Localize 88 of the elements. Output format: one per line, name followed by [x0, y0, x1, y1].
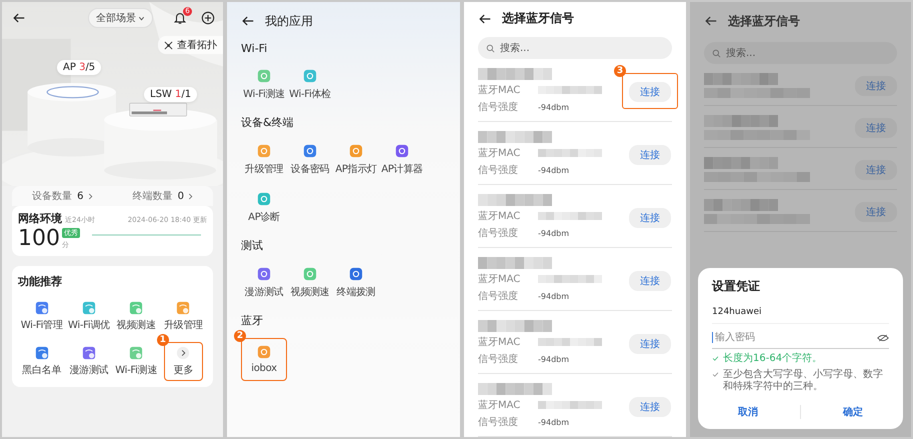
- feature-item[interactable]: 视频测速: [112, 297, 160, 336]
- back-icon[interactable]: [241, 14, 255, 28]
- app-item[interactable]: Wi-Fi测速: [241, 65, 287, 105]
- step-badge: 2: [234, 330, 246, 342]
- back-icon[interactable]: [478, 12, 492, 26]
- app-item[interactable]: AP诊断: [241, 188, 287, 228]
- connect-button[interactable]: 连接: [629, 271, 671, 291]
- step-badge: 3: [614, 65, 626, 77]
- signal-label: 信号强度: [478, 416, 519, 429]
- search-icon: [486, 44, 495, 53]
- dialog-button[interactable]: 取消: [728, 402, 768, 422]
- rule-text: 至少包含大写字母、小写字母、数字和特殊字符中的三种。: [723, 369, 884, 393]
- signal-label: 信号强度: [478, 226, 519, 240]
- feature-item[interactable]: 黑白名单: [18, 342, 66, 381]
- mac-label: 蓝牙MAC: [478, 272, 522, 286]
- feature-item[interactable]: 升级管理: [160, 297, 207, 336]
- blurred-block: [538, 86, 602, 94]
- search-icon: [712, 49, 721, 58]
- signal-label: 信号强度: [478, 352, 519, 366]
- eye-off-icon[interactable]: [877, 334, 889, 342]
- app-item[interactable]: AP计算器: [379, 140, 425, 180]
- connect-button[interactable]: 连接: [629, 145, 671, 165]
- feature-item[interactable]: Wi-Fi管理: [18, 297, 66, 336]
- connect-button[interactable]: 连接: [629, 334, 671, 354]
- mac-label: 蓝牙MAC: [478, 336, 522, 349]
- signal-value: -94dbm: [538, 354, 570, 364]
- mac-label: 蓝牙MAC: [478, 210, 522, 223]
- stat-link[interactable]: 设备数量 6: [32, 189, 93, 203]
- app-item[interactable]: 漫游测试: [241, 263, 287, 303]
- search-field[interactable]: 搜索...: [704, 42, 897, 64]
- app-item[interactable]: 视频测速: [287, 263, 333, 303]
- section-title: 蓝牙: [241, 313, 264, 328]
- card-title: 网络环境: [18, 211, 62, 226]
- section-title: Wi-Fi: [241, 42, 268, 55]
- app-item[interactable]: iobox: [241, 338, 287, 381]
- app-item[interactable]: 终端拨测: [333, 263, 379, 303]
- device-count-bubble: AP 3/5: [57, 60, 102, 75]
- bell-icon[interactable]: [173, 11, 187, 25]
- step-badge: 1: [156, 334, 169, 346]
- app-item[interactable]: 升级管理: [241, 140, 287, 180]
- app-item[interactable]: AP指示灯: [333, 140, 379, 180]
- blurred-block: [538, 338, 602, 346]
- app-item[interactable]: Wi-Fi体检: [287, 65, 333, 105]
- page-title: 选择蓝牙信号: [502, 10, 574, 27]
- score-value: 100: [18, 226, 60, 251]
- section-title: 测试: [241, 238, 264, 253]
- connect-button[interactable]: 连接: [629, 208, 671, 228]
- signal-label: 信号强度: [478, 100, 519, 114]
- mac-label: 蓝牙MAC: [478, 84, 522, 97]
- back-icon[interactable]: [704, 14, 718, 28]
- scene-dropdown[interactable]: 全部场景: [88, 8, 153, 28]
- dialog-title: 设置凭证: [712, 278, 761, 295]
- username-value: 124huawei: [712, 307, 889, 324]
- signal-value: -94dbm: [538, 292, 570, 300]
- chevron-icon: [176, 346, 190, 360]
- add-icon[interactable]: [201, 11, 215, 25]
- topology-button[interactable]: 查看拓扑: [158, 36, 223, 54]
- chevron-icon: [188, 192, 194, 200]
- mac-label: 蓝牙MAC: [478, 398, 522, 412]
- dialog-button[interactable]: 确定: [833, 402, 873, 422]
- blurred-block: [538, 212, 602, 220]
- section-title: 设备&终端: [241, 115, 295, 130]
- connect-button[interactable]: 连接: [629, 82, 671, 102]
- rule-text: 长度为16-64个字符。: [723, 353, 822, 365]
- feature-item[interactable]: 漫游测试: [65, 342, 112, 381]
- page-title: 我的应用: [265, 12, 313, 30]
- stat-link[interactable]: 终端数量 0: [132, 189, 194, 203]
- back-icon[interactable]: [12, 11, 26, 25]
- device-count-bubble: LSW 1/1: [144, 87, 198, 102]
- page-title: 选择蓝牙信号: [728, 12, 800, 30]
- blurred-block: [538, 401, 602, 409]
- app-item[interactable]: 设备密码: [287, 140, 333, 180]
- signal-label: 信号强度: [478, 164, 519, 177]
- signal-value: -94dbm: [538, 418, 570, 426]
- feature-item[interactable]: Wi-Fi调优: [65, 297, 112, 336]
- signal-value: -94dbm: [538, 102, 570, 112]
- card-title: 功能推荐: [18, 274, 63, 289]
- signal-label: 信号强度: [478, 290, 519, 303]
- feature-item[interactable]: 更多: [164, 342, 203, 381]
- caret-icon: [138, 14, 145, 22]
- signal-value: -94dbm: [538, 228, 570, 238]
- search-field[interactable]: 搜索...: [478, 37, 672, 59]
- blurred-block: [538, 275, 602, 283]
- signal-value: -94dbm: [538, 166, 570, 174]
- blurred-block: [538, 149, 602, 157]
- chevron-icon: [88, 192, 93, 200]
- mac-label: 蓝牙MAC: [478, 146, 522, 160]
- connect-button[interactable]: 连接: [629, 397, 671, 417]
